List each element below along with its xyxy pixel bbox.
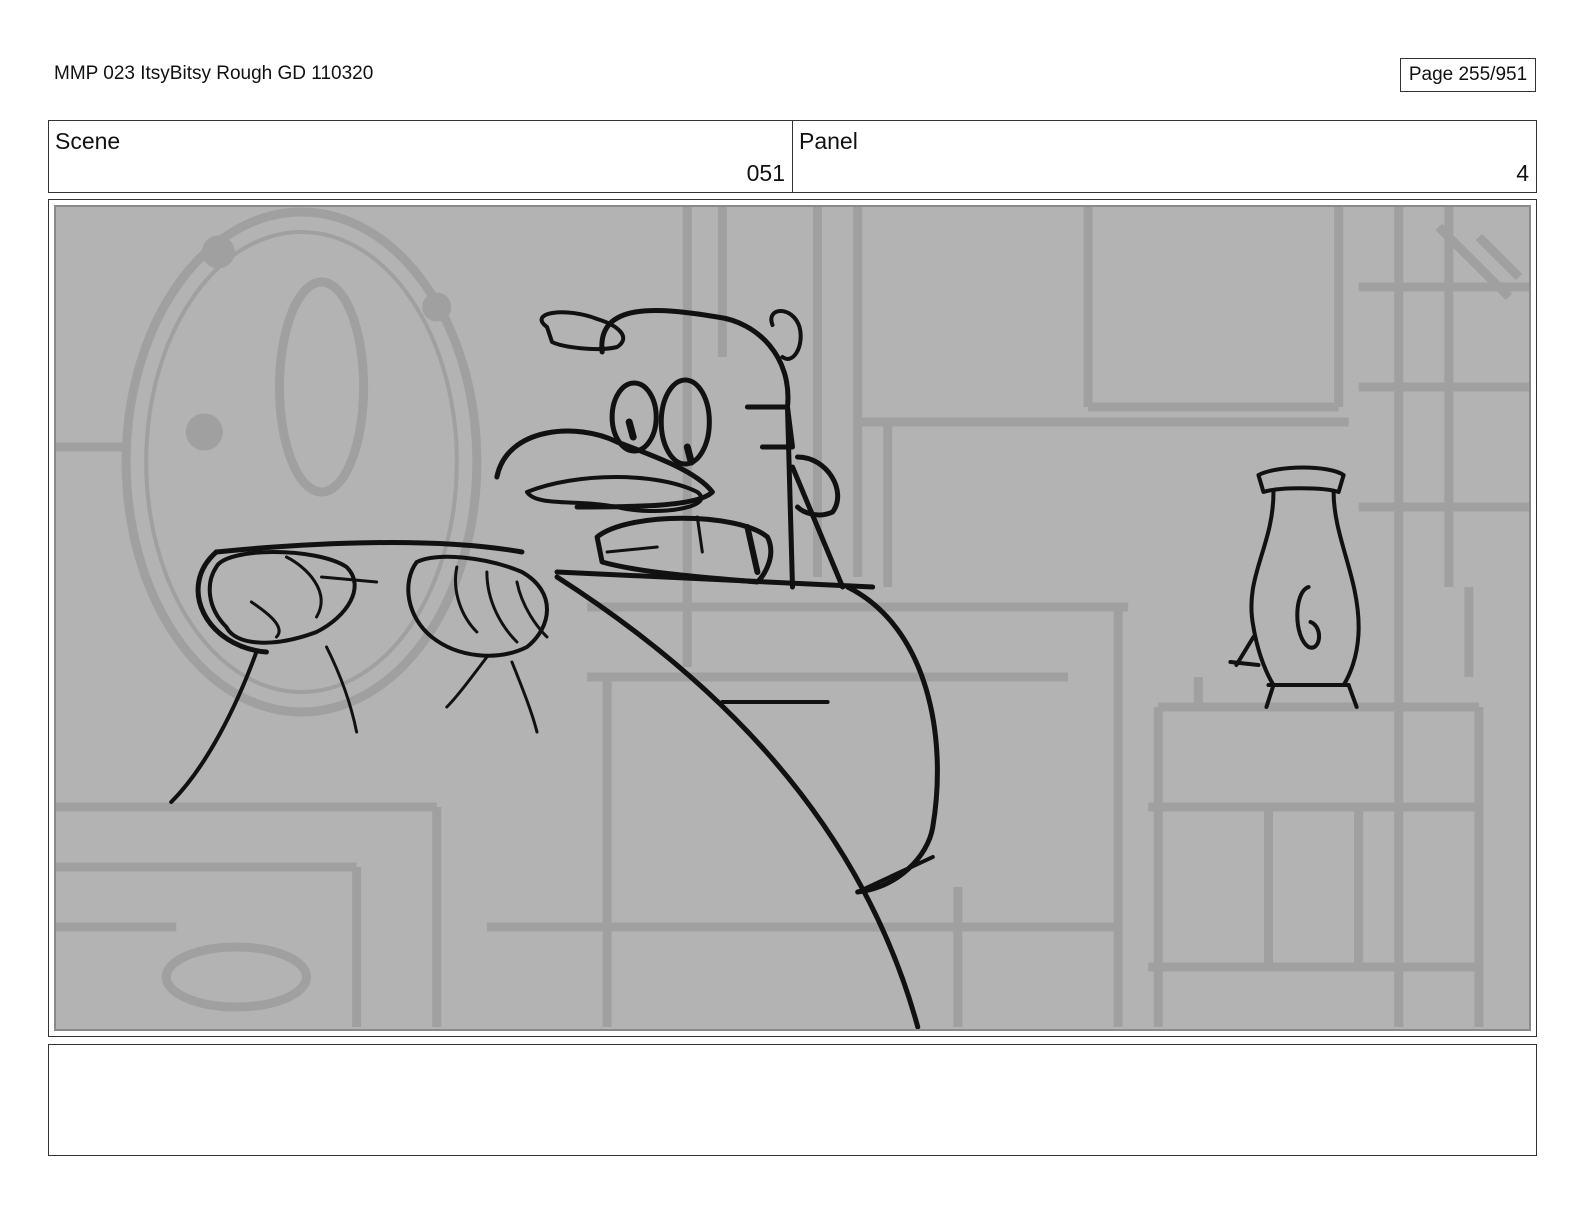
- panel-cell: Panel 4: [792, 121, 1536, 192]
- background-layout: [56, 207, 1529, 1027]
- storyboard-panel-frame: [48, 199, 1537, 1037]
- scene-panel-info-row: Scene 051 Panel 4: [48, 120, 1537, 193]
- storyboard-drawing: [54, 205, 1531, 1031]
- scene-cell: Scene 051: [49, 121, 792, 192]
- scene-number: 051: [746, 160, 785, 186]
- panel-notes-box: [48, 1044, 1537, 1156]
- character-sketch: [169, 307, 940, 1029]
- panel-label: Panel: [799, 128, 858, 154]
- panel-number: 4: [1516, 160, 1529, 186]
- lantern-sketch: [1228, 465, 1361, 709]
- page-indicator: Page 255/951: [1400, 58, 1536, 92]
- storyboard-sketch: [56, 207, 1529, 1029]
- scene-label: Scene: [55, 128, 121, 154]
- document-title: MMP 023 ItsyBitsy Rough GD 110320: [54, 63, 374, 84]
